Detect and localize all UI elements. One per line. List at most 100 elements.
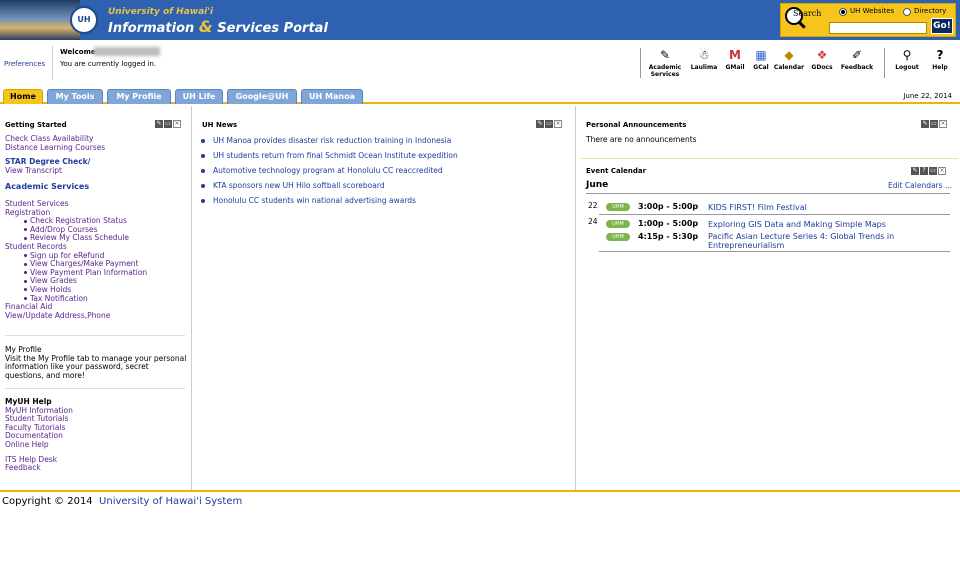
news-item[interactable]: Honolulu CC students win national advert… — [201, 196, 416, 205]
event-calendar-title: Event Calendar — [586, 167, 647, 175]
user-name-redacted — [94, 47, 160, 56]
search-box: Search UH Websites Directory Go! — [780, 3, 956, 37]
minimize-icon[interactable]: ▭ — [545, 120, 553, 128]
tab-home[interactable]: Home — [3, 89, 43, 104]
help-link[interactable]: ? Help — [928, 48, 952, 71]
close-icon[interactable]: × — [554, 120, 562, 128]
portlet-controls: ✎? ▭ × — [910, 167, 946, 176]
help-icon[interactable]: ? — [920, 167, 928, 175]
news-item[interactable]: UH students return from final Schmidt Oc… — [201, 151, 458, 160]
gcal-link[interactable]: ▦ GCal — [750, 48, 772, 71]
minimize-icon[interactable]: ▭ — [930, 120, 938, 128]
close-icon[interactable]: × — [938, 167, 946, 175]
event-time: 1:00p - 5:00p — [638, 219, 699, 228]
gmail-icon: M — [729, 48, 741, 62]
calendar-link[interactable]: ◆ Calendar — [772, 48, 806, 71]
tab-uh-life[interactable]: UH Life — [175, 89, 223, 104]
view-update-address-link[interactable]: View/Update Address,Phone — [5, 311, 147, 321]
academic-services-link[interactable]: ✎ Academic Services — [645, 48, 685, 78]
getting-started-portlet: Getting Started ✎ ▭ × Check Class Availabi… — [0, 106, 192, 490]
radio-directory-label: Directory — [914, 7, 947, 15]
minimize-icon[interactable]: ▭ — [164, 120, 172, 128]
radio-uh-websites-label: UH Websites — [850, 7, 895, 15]
logout-link[interactable]: ⚲ Logout — [892, 48, 922, 71]
distance-learning-link[interactable]: Distance Learning Courses — [5, 143, 147, 153]
portlet-title: Getting Started — [5, 121, 67, 129]
login-status: You are currently logged in. — [60, 60, 157, 68]
tab-my-profile[interactable]: My Profile — [107, 89, 171, 104]
view-grades-link[interactable]: View Grades — [5, 277, 147, 286]
news-item[interactable]: UH Manoa provides disaster risk reductio… — [201, 136, 451, 145]
feedback-help-link[interactable]: Feedback — [5, 464, 73, 473]
edit-icon[interactable]: ✎ — [911, 167, 919, 175]
feedback-link[interactable]: ✐ Feedback — [838, 48, 876, 71]
current-date: June 22, 2014 — [903, 92, 952, 100]
laulima-link[interactable]: ☃ Laulima — [688, 48, 720, 71]
online-help-link[interactable]: Online Help — [5, 440, 73, 450]
close-icon[interactable]: × — [939, 120, 947, 128]
radio-uh-websites[interactable] — [839, 8, 847, 16]
user-bar: Preferences Welcome You are currently lo… — [0, 40, 960, 88]
portlet-title: UH News — [202, 121, 238, 129]
myuh-help-section: MyUH Help MyUH Information Student Tutor… — [5, 397, 73, 473]
uh-seal-logo: UH — [70, 6, 98, 34]
portlet-controls: ✎ ▭ × — [535, 120, 562, 129]
edit-calendars-link[interactable]: Edit Calendars ... — [888, 181, 952, 190]
welcome-label: Welcome — [60, 48, 96, 56]
portlet-controls: ✎ ▭ × — [154, 120, 181, 129]
event-time: 4:15p - 5:30p — [638, 232, 699, 241]
divider — [5, 388, 185, 389]
preferences-link[interactable]: Preferences — [4, 60, 45, 68]
right-column: Personal Announcements ✎ ▭ × There are no … — [577, 106, 960, 490]
uh-system-link[interactable]: University of Hawai'i System — [99, 496, 242, 507]
bullet-icon — [201, 169, 205, 173]
footer-divider — [0, 490, 960, 492]
search-input[interactable] — [829, 22, 927, 34]
announcements-text: There are no announcements — [586, 135, 697, 144]
go-button[interactable]: Go! — [931, 18, 953, 34]
bullet-icon — [201, 139, 205, 143]
bullet-icon — [201, 199, 205, 203]
portal-title: Information & Services Portal — [108, 17, 328, 36]
uhm-badge: UHM — [606, 203, 630, 211]
my-profile-section: My Profile Visit the My Profile tab to m… — [5, 345, 189, 380]
divider — [599, 251, 950, 252]
news-item[interactable]: KTA sponsors new UH Hilo softball scoreb… — [201, 181, 385, 190]
my-profile-text: Visit the My Profile tab to manage your … — [5, 353, 187, 380]
divider — [52, 46, 53, 80]
event-title-link[interactable]: Exploring GIS Data and Making Simple Map… — [708, 220, 928, 229]
view-transcript-link[interactable]: View Transcript — [5, 166, 147, 176]
academic-services-icon: ✎ — [659, 48, 671, 62]
minimize-icon[interactable]: ▭ — [929, 167, 937, 175]
gdocs-icon: ❖ — [816, 48, 828, 62]
event-title-link[interactable]: KIDS FIRST! Film Festival — [708, 203, 928, 212]
edit-icon[interactable]: ✎ — [155, 120, 163, 128]
tab-google-uh[interactable]: Google@UH — [227, 89, 297, 104]
academic-services-heading: Academic Services — [5, 182, 90, 192]
calendar-icon: ◆ — [784, 48, 794, 62]
announcements-title: Personal Announcements — [586, 121, 687, 129]
uh-news-portlet: UH News ✎ ▭ × UH Manoa provides disaster r… — [193, 106, 576, 490]
laulima-icon: ☃ — [698, 48, 710, 62]
logo-university-text: University of Hawai'i — [108, 7, 214, 17]
divider — [580, 158, 958, 159]
divider — [599, 214, 950, 215]
calendar-month: June — [586, 180, 609, 190]
gmail-link[interactable]: M GMail — [722, 48, 748, 71]
close-icon[interactable]: × — [173, 120, 181, 128]
quicklinks-separator — [640, 48, 641, 78]
event-title-link[interactable]: Pacific Asian Lecture Series 4: Global T… — [708, 232, 928, 250]
gdocs-link[interactable]: ❖ GDocs — [808, 48, 836, 71]
tab-my-tools[interactable]: My Tools — [47, 89, 103, 104]
edit-icon[interactable]: ✎ — [536, 120, 544, 128]
news-item[interactable]: Automotive technology program at Honolul… — [201, 166, 443, 175]
help-icon: ? — [936, 48, 944, 62]
event-time: 3:00p - 5:00p — [638, 202, 699, 211]
logout-icon: ⚲ — [902, 48, 912, 62]
gcal-icon: ▦ — [755, 48, 767, 62]
edit-icon[interactable]: ✎ — [921, 120, 929, 128]
tab-uh-manoa[interactable]: UH Manoa — [301, 89, 363, 104]
radio-directory[interactable] — [903, 8, 911, 16]
getting-started-links: Check Class Availability Distance Learni… — [5, 134, 147, 321]
tab-bar: Home My Tools My Profile UH Life Google@… — [0, 88, 960, 104]
